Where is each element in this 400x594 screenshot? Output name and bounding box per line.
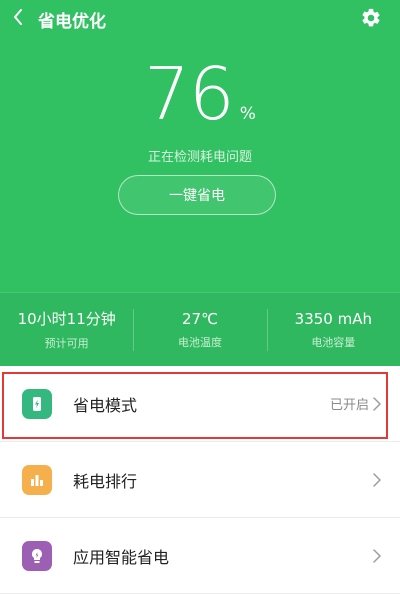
stat-label: 电池容量: [311, 335, 356, 349]
stat-temperature: 27℃ 电池温度: [133, 293, 266, 366]
stat-value: 10小时11分钟: [17, 310, 116, 328]
settings-button[interactable]: [357, 4, 385, 32]
top-bar: 省电优化: [0, 0, 400, 36]
back-button[interactable]: [6, 2, 30, 32]
stats-bar: 10小时11分钟 预计可用 27℃ 电池温度 3350 mAh 电池容量: [0, 292, 400, 366]
list-item-power-ranking[interactable]: 耗电排行: [0, 442, 400, 518]
gear-icon: [362, 8, 380, 27]
stat-value: 27℃: [182, 309, 218, 328]
stat-capacity: 3350 mAh 电池容量: [266, 293, 400, 366]
page-title: 省电优化: [38, 12, 106, 32]
chevron-right-icon: [373, 548, 382, 563]
one-key-save-button[interactable]: 一键省电: [118, 175, 276, 215]
list-item-label: 应用智能省电: [73, 547, 170, 567]
stat-value: 3350 mAh: [294, 309, 372, 328]
back-arrow-icon: [14, 9, 22, 25]
stat-label: 预计可用: [44, 337, 89, 350]
stat-estimated-time: 10小时11分钟 预计可用: [0, 293, 133, 366]
header-panel: 省电优化 76% 正在检测耗电问题 一键省电 10小时11分钟 预计可用 27℃…: [0, 0, 400, 366]
battery-percent-value: 76: [144, 52, 235, 136]
stat-label: 电池温度: [177, 335, 222, 349]
highlight-box: [2, 372, 388, 439]
status-text: 正在检测耗电问题: [147, 150, 252, 165]
bulb-icon: [22, 540, 52, 571]
battery-percent-unit: %: [239, 104, 256, 124]
list-item-label: 耗电排行: [73, 471, 138, 491]
list-item-smart-app-saving[interactable]: 应用智能省电: [0, 518, 400, 594]
bar-chart-icon: [22, 464, 52, 495]
chevron-right-icon: [373, 472, 382, 487]
battery-percentage: 76%: [0, 52, 400, 136]
